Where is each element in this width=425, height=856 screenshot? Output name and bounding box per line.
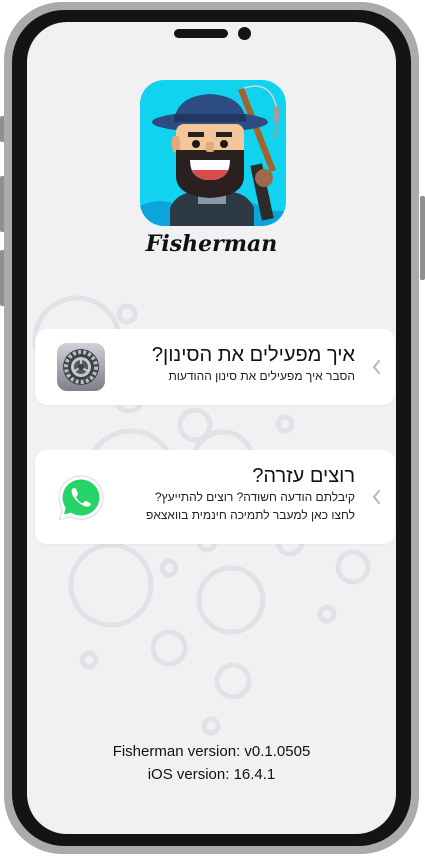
whatsapp-support-title: רוצים עזרה? <box>252 465 355 487</box>
filter-setup-text: איך מפעילים את הסינון? הסבר איך מפעילים … <box>152 343 355 385</box>
earpiece-speaker <box>174 29 228 38</box>
fisherman-app-icon <box>140 80 286 226</box>
chevron-left-icon <box>373 490 380 504</box>
filter-setup-subtitle: הסבר איך מפעילים את סינון ההודעות <box>168 369 355 383</box>
chevron-left-icon <box>373 360 380 374</box>
power-button <box>420 196 425 280</box>
filter-setup-title: איך מפעילים את הסינון? <box>151 344 355 366</box>
whatsapp-icon <box>58 475 104 521</box>
whatsapp-support-subtitle-2: לחצו כאן למעבר לתמיכה חינמית בוואצאפ <box>146 508 355 522</box>
app-name: Fisherman <box>145 231 278 257</box>
whatsapp-support-card[interactable]: רוצים עזרה? קיבלתם הודעה חשודה? רוצים לה… <box>35 450 395 544</box>
front-camera <box>238 27 251 40</box>
filter-setup-card[interactable]: איך מפעילים את הסינון? הסבר איך מפעילים … <box>35 329 395 405</box>
phone-screen: Fisherman איך מפעילים את הסינון? הסבר אי… <box>27 22 396 834</box>
whatsapp-support-subtitle-1: קיבלתם הודעה חשודה? רוצים להתייעץ? <box>154 490 355 504</box>
whatsapp-support-text: רוצים עזרה? קיבלתם הודעה חשודה? רוצים לה… <box>146 464 355 524</box>
settings-gear-icon <box>57 343 105 391</box>
ios-version-label: iOS version: 16.4.1 <box>147 766 276 783</box>
app-version-label: Fisherman version: v0.1.0505 <box>112 743 311 760</box>
